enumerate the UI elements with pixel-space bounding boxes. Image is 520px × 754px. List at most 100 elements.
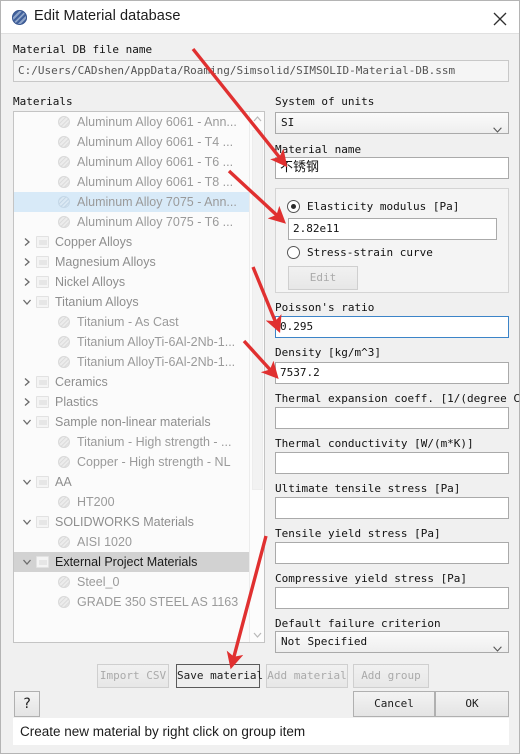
tree-material-row[interactable]: Titanium - High strength - ... (14, 432, 249, 452)
tree-row-label: Plastics (55, 395, 99, 409)
scroll-down-icon[interactable] (250, 627, 264, 642)
edit-curve-button[interactable]: Edit (288, 266, 358, 290)
status-bar: Create new material by right click on gr… (13, 718, 509, 745)
tree-group-row[interactable]: Ceramics (14, 372, 249, 392)
add-material-button[interactable]: Add material (266, 664, 348, 688)
chevron-right-icon[interactable] (22, 397, 32, 407)
ultimate-tensile-stress-input[interactable] (275, 497, 509, 519)
tree-row-label: AISI 1020 (77, 535, 132, 549)
chevron-right-icon[interactable] (22, 277, 32, 287)
material-sphere-icon (58, 456, 70, 468)
tree-material-row[interactable]: Titanium AlloyTi-6Al-2Nb-1... (14, 352, 249, 372)
thermal-expansion-input[interactable] (275, 407, 509, 429)
material-sphere-icon (58, 156, 70, 168)
edit-material-database-dialog: Edit Material database Material DB file … (0, 0, 520, 754)
chevron-right-icon[interactable] (22, 237, 32, 247)
chevron-right-icon[interactable] (22, 377, 32, 387)
ultimate-tensile-stress-label: Ultimate tensile stress [Pa] (275, 482, 461, 495)
save-material-button[interactable]: Save material (176, 664, 264, 688)
tree-material-row[interactable]: Aluminum Alloy 7075 - Ann... (14, 192, 249, 212)
tree-material-row[interactable]: AISI 1020 (14, 532, 249, 552)
tree-material-row[interactable]: Steel_0 (14, 572, 249, 592)
material-group-icon (36, 256, 49, 268)
tree-group-row[interactable]: Magnesium Alloys (14, 252, 249, 272)
material-group-icon (36, 236, 49, 248)
tree-row-label: External Project Materials (55, 555, 198, 569)
chevron-down-icon[interactable] (22, 557, 32, 567)
add-group-button[interactable]: Add group (353, 664, 429, 688)
materials-label: Materials (13, 95, 73, 108)
tree-material-row[interactable]: Aluminum Alloy 6061 - T8 ... (14, 172, 249, 192)
materials-tree-scrollbar[interactable] (249, 112, 264, 642)
chevron-down-icon[interactable] (22, 477, 32, 487)
stress-strain-curve-label: Stress-strain curve (307, 246, 433, 259)
stress-strain-curve-radio[interactable] (287, 246, 300, 259)
material-sphere-icon (58, 436, 70, 448)
materials-tree-rows: Aluminum Alloy 6061 - Ann... Aluminum All… (14, 112, 249, 642)
tree-group-row[interactable]: External Project Materials (14, 552, 249, 572)
tree-row-label: GRADE 350 STEEL AS 1163 (77, 595, 239, 609)
chevron-down-icon[interactable] (22, 517, 32, 527)
tree-group-row[interactable]: Nickel Alloys (14, 272, 249, 292)
tree-material-row[interactable]: Aluminum Alloy 6061 - T4 ... (14, 132, 249, 152)
import-csv-button[interactable]: Import CSV (97, 664, 169, 688)
tree-material-row[interactable]: GRADE 350 STEEL AS 1163 (14, 592, 249, 612)
tree-row-label: AA (55, 475, 72, 489)
tree-row-label: Titanium - As Cast (77, 315, 179, 329)
tree-material-row[interactable]: Aluminum Alloy 6061 - Ann... (14, 112, 249, 132)
thermal-expansion-label: Thermal expansion coeff. [1/(degree C)] (275, 392, 520, 405)
ok-label: OK (465, 697, 479, 710)
tree-material-row[interactable]: Titanium AlloyTi-6Al-2Nb-1... (14, 332, 249, 352)
material-sphere-icon (58, 336, 70, 348)
tree-material-row[interactable]: Aluminum Alloy 7075 - T6 ... (14, 212, 249, 232)
tensile-yield-stress-input[interactable] (275, 542, 509, 564)
tree-row-label: HT200 (77, 495, 115, 509)
tree-group-row[interactable]: Copper Alloys (14, 232, 249, 252)
material-sphere-icon (12, 10, 27, 25)
tree-material-row[interactable]: Titanium - As Cast (14, 312, 249, 332)
failure-criterion-label: Default failure criterion (275, 617, 441, 630)
material-sphere-icon (58, 356, 70, 368)
tree-group-row[interactable]: AA (14, 472, 249, 492)
tree-material-row[interactable]: HT200 (14, 492, 249, 512)
tree-group-row[interactable]: Sample non-linear materials (14, 412, 249, 432)
elasticity-group: Elasticity modulus [Pa] 2.82e11 Stress-s… (275, 188, 509, 293)
tree-material-row[interactable]: Copper - High strength - NL (14, 452, 249, 472)
help-button[interactable]: ? (14, 691, 40, 717)
ok-button[interactable]: OK (435, 691, 509, 717)
tree-row-label: Aluminum Alloy 6061 - T6 ... (77, 155, 234, 169)
system-of-units-select[interactable]: SI (275, 112, 509, 134)
tree-row-label: Aluminum Alloy 6061 - Ann... (77, 115, 237, 129)
tree-row-label: Titanium - High strength - ... (77, 435, 232, 449)
compressive-yield-stress-label: Compressive yield stress [Pa] (275, 572, 468, 585)
tree-row-label: Steel_0 (77, 575, 120, 589)
material-sphere-icon (58, 136, 70, 148)
tree-row-label: Nickel Alloys (55, 275, 126, 289)
tree-group-row[interactable]: Plastics (14, 392, 249, 412)
scrollbar-thumb[interactable] (252, 130, 263, 490)
tree-material-row[interactable]: Aluminum Alloy 6061 - T6 ... (14, 152, 249, 172)
edit-curve-button-label: Edit (309, 271, 337, 284)
failure-criterion-select[interactable]: Not Specified (275, 631, 509, 653)
poisson-ratio-input[interactable]: 0.295 (275, 316, 509, 338)
material-name-input[interactable]: 不锈钢 (275, 157, 509, 179)
chevron-down-icon[interactable] (22, 417, 32, 427)
save-material-label: Save material (177, 669, 264, 682)
chevron-right-icon[interactable] (22, 257, 32, 267)
tree-group-row[interactable]: Titanium Alloys (14, 292, 249, 312)
tree-row-label: Sample non-linear materials (55, 415, 211, 429)
window-title: Edit Material database (34, 8, 181, 24)
compressive-yield-stress-input[interactable] (275, 587, 509, 609)
material-group-icon (36, 416, 49, 428)
cancel-button[interactable]: Cancel (353, 691, 435, 717)
elasticity-modulus-input[interactable]: 2.82e11 (288, 218, 497, 240)
db-file-path-input[interactable]: C:/Users/CADshen/AppData/Roaming/Simsoli… (13, 60, 509, 82)
tree-group-row[interactable]: SOLIDWORKS Materials (14, 512, 249, 532)
close-icon[interactable] (487, 6, 513, 30)
elasticity-modulus-radio[interactable] (287, 200, 300, 213)
chevron-down-icon[interactable] (22, 297, 32, 307)
thermal-conductivity-input[interactable] (275, 452, 509, 474)
density-input[interactable]: 7537.2 (275, 362, 509, 384)
materials-tree[interactable]: Aluminum Alloy 6061 - Ann... Aluminum All… (13, 111, 265, 643)
scroll-up-icon[interactable] (250, 112, 264, 127)
